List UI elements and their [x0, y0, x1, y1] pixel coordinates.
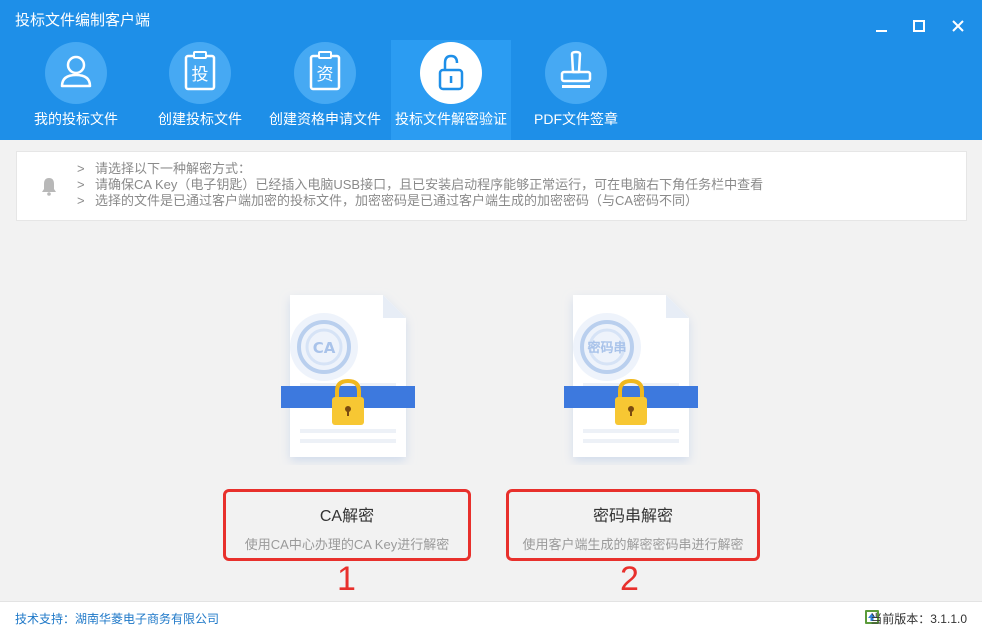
- option-description: 使用CA中心办理的CA Key进行解密: [244, 537, 450, 552]
- nav-decrypt-verify[interactable]: 投标文件解密验证: [391, 40, 511, 140]
- notice-panel: > 请选择以下一种解密方式： > 请确保CA Key（电子钥匙）已经插入电脑USB接…: [16, 151, 967, 221]
- svg-text:资: 资: [317, 65, 334, 85]
- clipboard-zi-icon: 资: [309, 51, 341, 91]
- unlock-icon: [438, 54, 464, 91]
- nav-pdf-signature[interactable]: PDF文件签章: [516, 40, 636, 140]
- clipboard-tou-icon: 投: [184, 51, 216, 91]
- stamp-icon: [560, 50, 592, 88]
- notice-line: > 请确保CA Key（电子钥匙）已经插入电脑USB接口，且已安装启动程序能够正常…: [77, 177, 764, 192]
- close-button[interactable]: [946, 14, 970, 38]
- app-title: 投标文件编制客户端: [15, 12, 151, 29]
- maximize-button[interactable]: [907, 14, 931, 38]
- option-title: CA解密: [319, 508, 375, 525]
- status-bar: 技术支持：湖南华菱电子商务有限公司 当前版本：3.1.1.0: [0, 601, 982, 633]
- notice-line: > 请选择以下一种解密方式：: [77, 161, 252, 176]
- nav-my-bid-files[interactable]: 我的投标文件: [16, 40, 136, 140]
- password-decrypt-option[interactable]: 密码串解密 使用客户端生成的解密密码串进行解密: [506, 489, 760, 561]
- minimize-button[interactable]: [870, 14, 894, 38]
- svg-text:密码串: 密码串: [586, 340, 626, 356]
- notice-line: > 选择的文件是已通过客户端加密的投标文件，加密密码是已通过客户端生成的加密密码（…: [77, 193, 699, 208]
- nav-label: PDF文件签章: [534, 111, 618, 127]
- version-text: 当前版本：3.1.1.0: [870, 612, 967, 626]
- title-bar: 投标文件编制客户端 我的投标文件 投 创建投标文件 资 创建资格申请文件 投标文…: [0, 0, 982, 140]
- ca-decrypt-illustration[interactable]: CA: [278, 285, 418, 465]
- svg-text:CA: CA: [313, 339, 336, 357]
- annotation-number: 2: [620, 560, 639, 598]
- option-title: 密码串解密: [592, 508, 673, 525]
- bell-icon: [42, 178, 56, 196]
- ca-document-lock-icon: CA: [281, 295, 415, 457]
- svg-text:投: 投: [192, 65, 209, 85]
- minimize-icon: [876, 30, 887, 32]
- option-description: 使用客户端生成的解密密码串进行解密: [522, 537, 744, 552]
- annotation-number: 1: [337, 560, 356, 598]
- ca-decrypt-option[interactable]: CA解密 使用CA中心办理的CA Key进行解密: [223, 489, 471, 561]
- nav-create-bid-file[interactable]: 投 创建投标文件: [140, 40, 260, 140]
- password-document-lock-icon: 密码串: [564, 295, 698, 457]
- nav-create-qualification-file[interactable]: 资 创建资格申请文件: [265, 40, 385, 140]
- maximize-icon: [913, 20, 925, 32]
- tech-support-text: 技术支持：湖南华菱电子商务有限公司: [15, 612, 220, 626]
- close-icon: [952, 20, 964, 32]
- password-decrypt-illustration[interactable]: 密码串: [561, 285, 701, 465]
- user-icon: [60, 55, 92, 88]
